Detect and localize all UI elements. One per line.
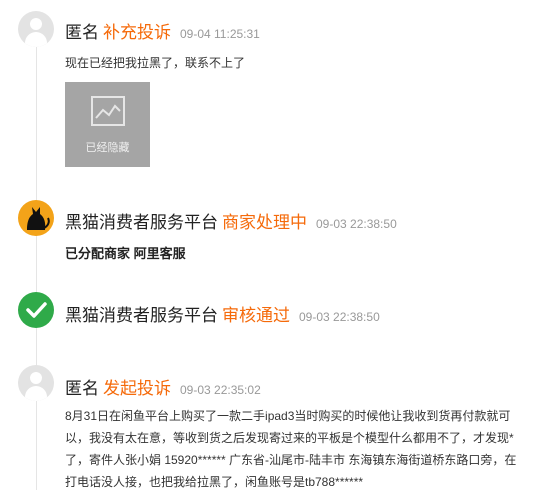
image-icon bbox=[91, 96, 125, 126]
user-avatar-icon bbox=[18, 11, 54, 47]
entry-author: 匿名 bbox=[65, 23, 99, 42]
entry-time: 09-03 22:38:50 bbox=[299, 310, 380, 324]
timeline-line bbox=[36, 20, 37, 490]
hidden-attachment[interactable]: 已经隐藏 bbox=[65, 82, 150, 167]
user-avatar-icon bbox=[18, 365, 54, 401]
complaint-text: 8月31日在闲鱼平台上购买了一款二手ipad3当时购买的时候他让我收到货再付款就… bbox=[65, 405, 545, 493]
entry-status[interactable]: 补充投诉 bbox=[103, 18, 171, 43]
complaint-line: 了，寄件人张小娟 15920****** 广东省-汕尾市-陆丰市 东海镇东海街道… bbox=[65, 453, 517, 467]
entry-author: 匿名 bbox=[65, 379, 99, 398]
entry-status[interactable]: 审核通过 bbox=[222, 301, 290, 326]
entry-text: 已分配商家 阿里客服 bbox=[65, 246, 186, 261]
entry-status[interactable]: 商家处理中 bbox=[222, 208, 307, 233]
complaint-line: 打电话没人接，也把我给拉黑了，闲鱼账号是tb788****** bbox=[65, 475, 364, 489]
entry-author: 黑猫消费者服务平台 bbox=[65, 306, 218, 325]
entry-time: 09-03 22:35:02 bbox=[180, 383, 261, 397]
entry-time: 09-03 22:38:50 bbox=[316, 217, 397, 231]
hidden-attachment-label: 已经隐藏 bbox=[85, 142, 130, 154]
entry-author: 黑猫消费者服务平台 bbox=[65, 213, 218, 232]
entry-status[interactable]: 发起投诉 bbox=[103, 374, 171, 399]
complaint-line: 8月31日在闲鱼平台上购买了一款二手ipad3当时购买的时候他让我收到货再付款就… bbox=[65, 409, 511, 423]
complaint-line: 以，我没有太在意，等收到货之后发现寄过来的平板是个模型什么都用不了，才发现* bbox=[65, 431, 514, 445]
black-cat-logo-icon bbox=[18, 200, 54, 236]
checkmark-icon bbox=[18, 292, 54, 328]
entry-time: 09-04 11:25:31 bbox=[180, 27, 260, 41]
entry-text: 现在已经把我拉黑了，联系不上了 bbox=[65, 56, 246, 70]
